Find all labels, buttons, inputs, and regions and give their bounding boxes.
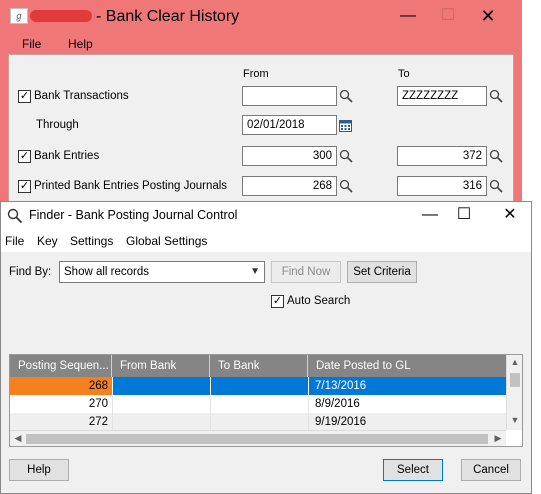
app-icon: ℊ — [10, 8, 28, 24]
cell-date-posted: 7/13/2016 — [308, 377, 506, 395]
maximize-button[interactable]: ☐ — [432, 4, 464, 30]
menu-help[interactable]: Help — [68, 37, 93, 51]
menu-global-settings[interactable]: Global Settings — [126, 234, 207, 248]
cell-posting-sequence: 270 — [88, 398, 108, 410]
cancel-button[interactable]: Cancel — [461, 459, 521, 481]
menu-file[interactable]: File — [5, 234, 24, 248]
bank-entries-to-field[interactable]: 372 — [397, 146, 487, 166]
menu-settings[interactable]: Settings — [70, 234, 113, 248]
search-icon[interactable] — [489, 179, 503, 193]
close-button[interactable]: ✕ — [472, 4, 504, 30]
set-criteria-button[interactable]: Set Criteria — [347, 261, 417, 283]
through-label: Through — [36, 119, 79, 131]
menu-key[interactable]: Key — [37, 234, 58, 248]
redacted-company-name — [30, 10, 92, 22]
bank-entries-from-field[interactable]: 300 — [242, 146, 337, 166]
column-header-date-posted[interactable]: Date Posted to GL — [308, 355, 506, 377]
bank-transactions-label: Bank Transactions — [34, 90, 129, 102]
window-title: - Bank Clear History — [96, 8, 240, 25]
scroll-left-icon[interactable]: ◀ — [12, 433, 24, 444]
finder-dialog: Finder - Bank Posting Journal Control — … — [0, 201, 532, 494]
find-by-select[interactable]: Show all records ▼ — [59, 261, 265, 283]
bank-entries-label: Bank Entries — [34, 150, 100, 162]
table-row[interactable]: 268 7/13/2016 — [10, 377, 506, 395]
vertical-scrollbar[interactable]: ▲ ▼ — [506, 355, 522, 430]
printed-journals-to-field[interactable]: 316 — [397, 176, 487, 196]
scroll-thumb[interactable] — [510, 373, 520, 387]
cell-date-posted: 8/9/2016 — [308, 395, 506, 413]
menu-file[interactable]: File — [22, 37, 41, 51]
printed-journals-label: Printed Bank Entries Posting Journals — [34, 180, 228, 192]
search-icon[interactable] — [339, 149, 353, 163]
cell-to-bank — [210, 377, 308, 395]
scroll-thumb[interactable] — [26, 434, 488, 444]
cell-posting-sequence: 268 — [10, 377, 112, 395]
column-header-to-bank[interactable]: To Bank — [210, 355, 308, 377]
cell-to-bank — [210, 395, 308, 413]
maximize-button[interactable]: ☐ — [449, 204, 479, 228]
through-date-field[interactable]: 02/01/2018 — [242, 115, 337, 135]
close-button[interactable]: ✕ — [495, 204, 525, 228]
table-row[interactable]: 272 9/19/2016 — [10, 413, 506, 431]
bank-entries-checkbox[interactable]: ✓ — [18, 150, 31, 163]
results-grid[interactable]: Posting Sequen... From Bank To Bank Date… — [9, 354, 523, 447]
search-icon — [7, 208, 23, 227]
scroll-down-icon[interactable]: ▼ — [507, 415, 522, 425]
bank-transactions-to-field[interactable]: ZZZZZZZZ — [397, 86, 487, 106]
column-header-from-bank[interactable]: From Bank — [112, 355, 210, 377]
cell-from-bank — [112, 395, 210, 413]
cell-date-posted: 9/19/2016 — [308, 413, 506, 431]
scroll-up-icon[interactable]: ▲ — [507, 357, 522, 367]
bank-transactions-checkbox[interactable]: ✓ — [18, 90, 31, 103]
bank-transactions-from-field[interactable] — [242, 86, 337, 106]
printed-journals-from-field[interactable]: 268 — [242, 176, 337, 196]
cell-to-bank — [210, 413, 308, 431]
scroll-right-icon[interactable]: ▶ — [492, 433, 504, 444]
table-row[interactable]: 270 8/9/2016 — [10, 395, 506, 413]
printed-journals-checkbox[interactable]: ✓ — [18, 180, 31, 193]
find-by-value: Show all records — [64, 266, 150, 278]
minimize-button[interactable]: — — [415, 204, 445, 228]
cell-from-bank — [112, 377, 210, 395]
find-by-label: Find By: — [9, 266, 52, 278]
auto-search-checkbox[interactable]: ✓ — [271, 295, 284, 308]
chevron-down-icon: ▼ — [250, 266, 260, 277]
finder-title: Finder - Bank Posting Journal Control — [29, 208, 238, 222]
find-now-button[interactable]: Find Now — [271, 261, 341, 283]
from-column-header: From — [243, 68, 269, 80]
search-icon[interactable] — [489, 89, 503, 103]
horizontal-scrollbar[interactable]: ◀ ▶ — [10, 430, 506, 446]
calendar-icon[interactable] — [339, 119, 352, 132]
column-header-posting-sequence[interactable]: Posting Sequen... — [10, 355, 112, 377]
select-button[interactable]: Select — [383, 459, 443, 481]
help-button[interactable]: Help — [9, 459, 69, 481]
minimize-button[interactable]: — — [392, 4, 424, 30]
to-column-header: To — [398, 68, 410, 80]
auto-search-label: Auto Search — [287, 295, 351, 307]
cell-posting-sequence: 272 — [88, 416, 108, 428]
cell-from-bank — [112, 413, 210, 431]
search-icon[interactable] — [489, 149, 503, 163]
search-icon[interactable] — [339, 89, 353, 103]
search-icon[interactable] — [339, 179, 353, 193]
